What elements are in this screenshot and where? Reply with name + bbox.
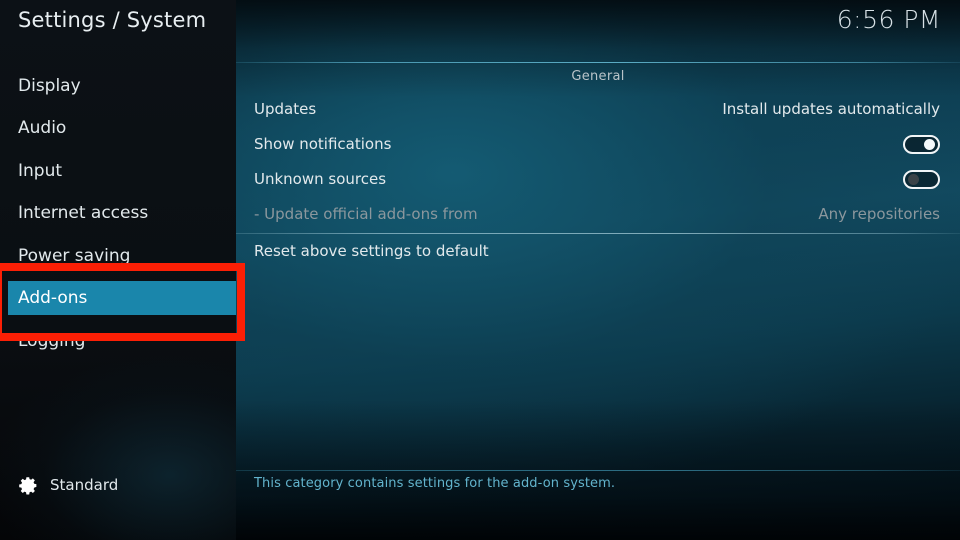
sidebar-item-label: Input — [18, 161, 63, 181]
gear-icon — [18, 475, 39, 496]
sidebar-item-input[interactable]: Input — [0, 154, 236, 188]
setting-label: Reset above settings to default — [254, 242, 489, 260]
sidebar-item-label: Audio — [18, 118, 67, 138]
sidebar-item-label: Display — [18, 76, 81, 96]
toggle-knob — [908, 174, 919, 185]
setting-label: Show notifications — [254, 135, 392, 153]
help-text: This category contains settings for the … — [254, 476, 616, 491]
sidebar-item-internet-access[interactable]: Internet access — [0, 196, 236, 230]
setting-row-updates[interactable]: Updates Install updates automatically — [236, 92, 960, 127]
sidebar-item-add-ons[interactable]: Add-ons — [8, 281, 236, 315]
clock: 6:56 PM — [836, 5, 941, 34]
setting-row-unknown-sources[interactable]: Unknown sources — [236, 162, 960, 197]
footer-separator — [236, 470, 960, 471]
section-title: General — [571, 69, 625, 84]
unknown-sources-toggle[interactable] — [903, 170, 940, 189]
sidebar-item-logging[interactable]: Logging — [0, 324, 236, 358]
header-separator — [236, 62, 960, 63]
settings-level-selector[interactable]: Standard — [18, 470, 118, 500]
toggle-knob — [924, 139, 935, 150]
setting-row-show-notifications[interactable]: Show notifications — [236, 127, 960, 162]
setting-value: Any repositories — [818, 205, 940, 223]
setting-value: Install updates automatically — [722, 100, 940, 118]
setting-label: Updates — [254, 100, 317, 118]
sidebar-item-display[interactable]: Display — [0, 69, 236, 103]
show-notifications-toggle[interactable] — [903, 135, 940, 154]
settings-level-label: Standard — [50, 476, 119, 494]
sidebar-item-label: Logging — [18, 331, 86, 351]
sidebar-item-label: Add-ons — [18, 288, 88, 308]
sidebar-item-audio[interactable]: Audio — [0, 111, 236, 145]
setting-label: - Update official add-ons from — [254, 205, 478, 223]
setting-row-reset-defaults[interactable]: Reset above settings to default — [236, 234, 960, 269]
setting-label: Unknown sources — [254, 170, 387, 188]
sidebar-item-label: Internet access — [18, 203, 149, 223]
sidebar-item-power-saving[interactable]: Power saving — [0, 239, 236, 273]
setting-row-update-official-addons: - Update official add-ons from Any repos… — [236, 197, 960, 232]
kodi-settings-screen: Settings / System 6:56 PM General Update… — [0, 0, 960, 540]
page-title: Settings / System — [18, 8, 207, 32]
sidebar-item-label: Power saving — [18, 246, 131, 266]
